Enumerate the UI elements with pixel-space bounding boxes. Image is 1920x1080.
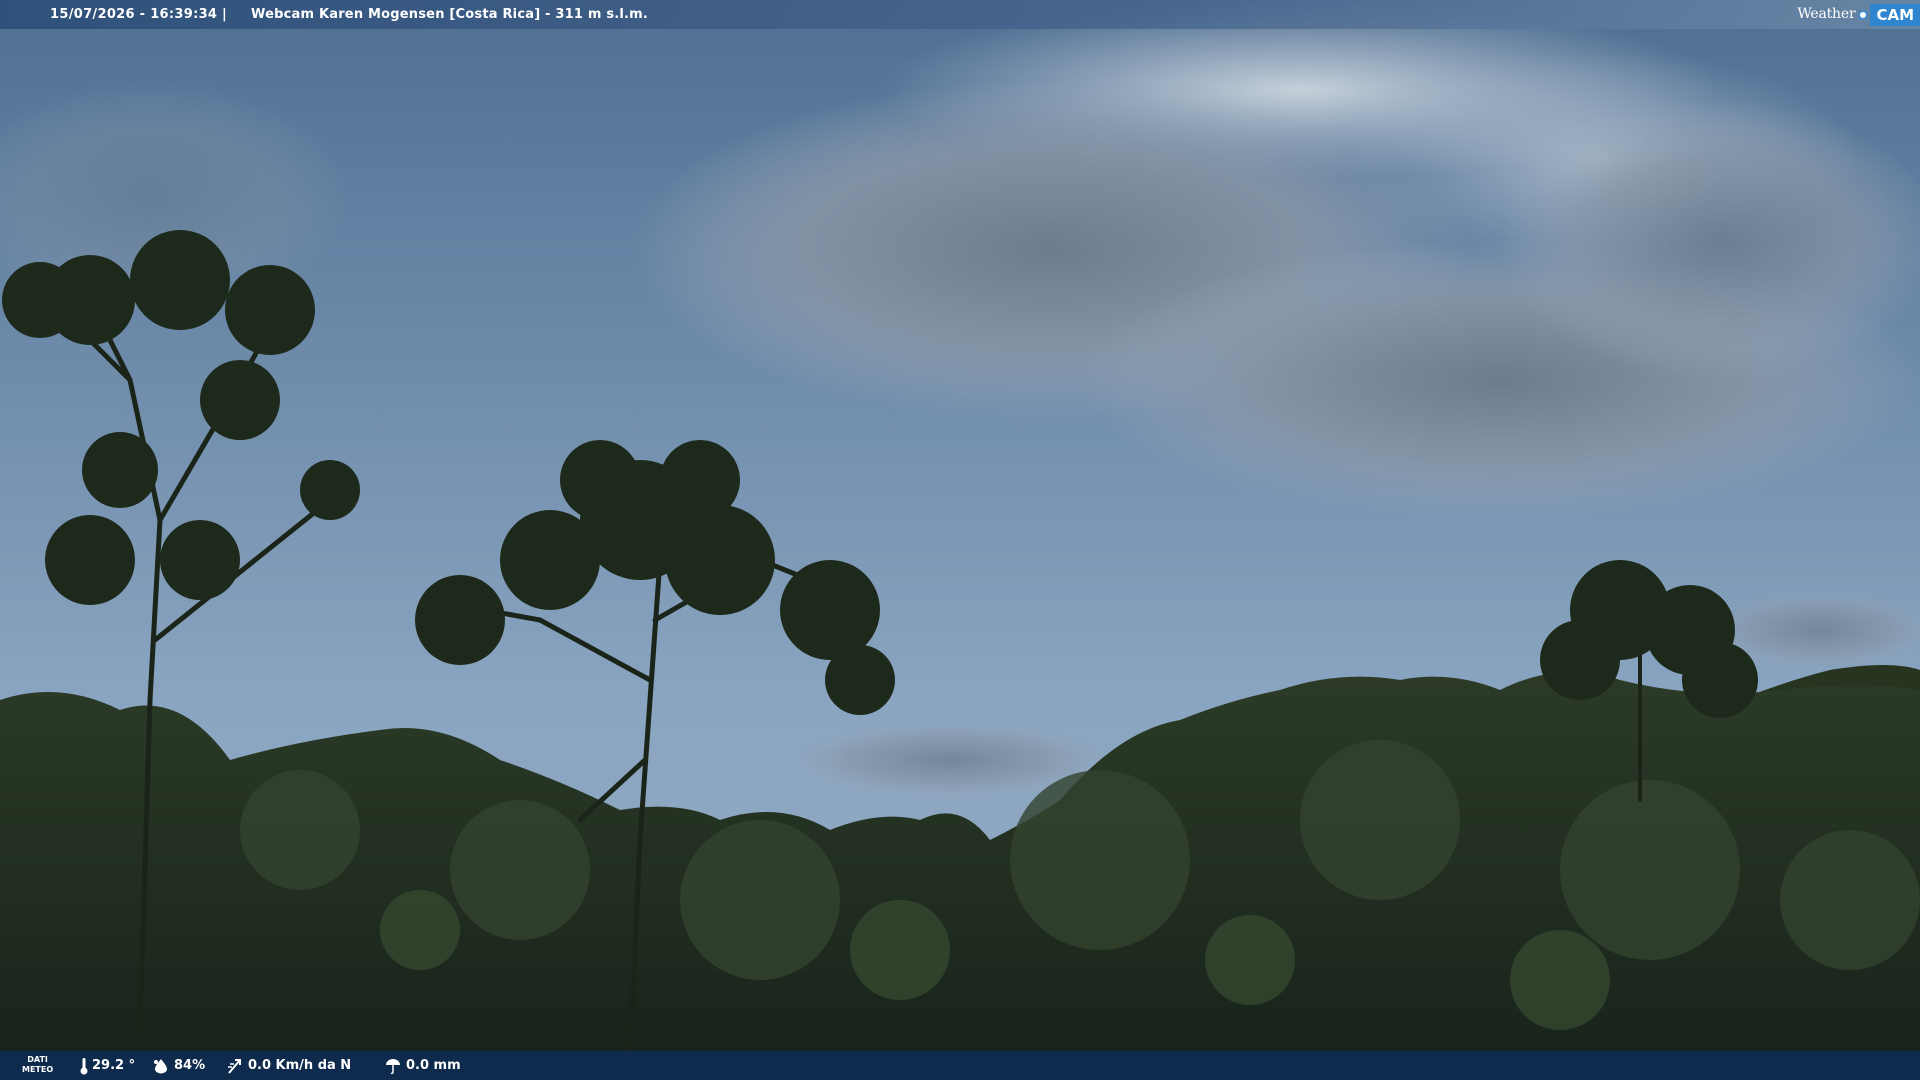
- weather-data-bar: DATI METEO 29.2 ° 84% 0.0 Km/h da N 0.0 …: [0, 1051, 1920, 1080]
- humidity-reading: 84%: [152, 1051, 205, 1080]
- brand-cam-text: CAM: [1870, 3, 1920, 26]
- rain-value: 0.0 mm: [406, 1058, 461, 1073]
- thermometer-icon: [80, 1057, 88, 1075]
- webcam-title: Webcam Karen Mogensen [Costa Rica] - 311…: [251, 7, 649, 22]
- wind-value: 0.0 Km/h da N: [248, 1058, 352, 1073]
- rain-icon: [384, 1057, 402, 1075]
- wind-icon: [226, 1057, 244, 1075]
- humidity-value: 84%: [174, 1058, 206, 1073]
- weather-label-line2: METEO: [22, 1065, 54, 1074]
- top-info-bar: 15/07/2026 - 16:39:34 | Webcam Karen Mog…: [0, 0, 1920, 29]
- temperature-reading: 29.2 °: [80, 1051, 135, 1080]
- brand-dot-icon: [1858, 9, 1869, 20]
- timestamp: 15/07/2026 - 16:39:34: [50, 7, 218, 22]
- weathercam-logo[interactable]: Weather CAM: [1797, 0, 1920, 29]
- temperature-value: 29.2 °: [92, 1058, 136, 1073]
- wind-reading: 0.0 Km/h da N: [226, 1051, 351, 1080]
- rain-reading: 0.0 mm: [384, 1051, 461, 1080]
- weather-label-line1: DATI: [27, 1055, 48, 1064]
- humidity-icon: [152, 1058, 170, 1074]
- webcam-viewer: 15/07/2026 - 16:39:34 | Webcam Karen Mog…: [0, 0, 1920, 1080]
- weather-data-label: DATI METEO: [22, 1055, 53, 1075]
- brand-weather-text: Weather: [1797, 6, 1856, 22]
- webcam-image: [0, 0, 1920, 1080]
- header-separator: |: [222, 7, 227, 22]
